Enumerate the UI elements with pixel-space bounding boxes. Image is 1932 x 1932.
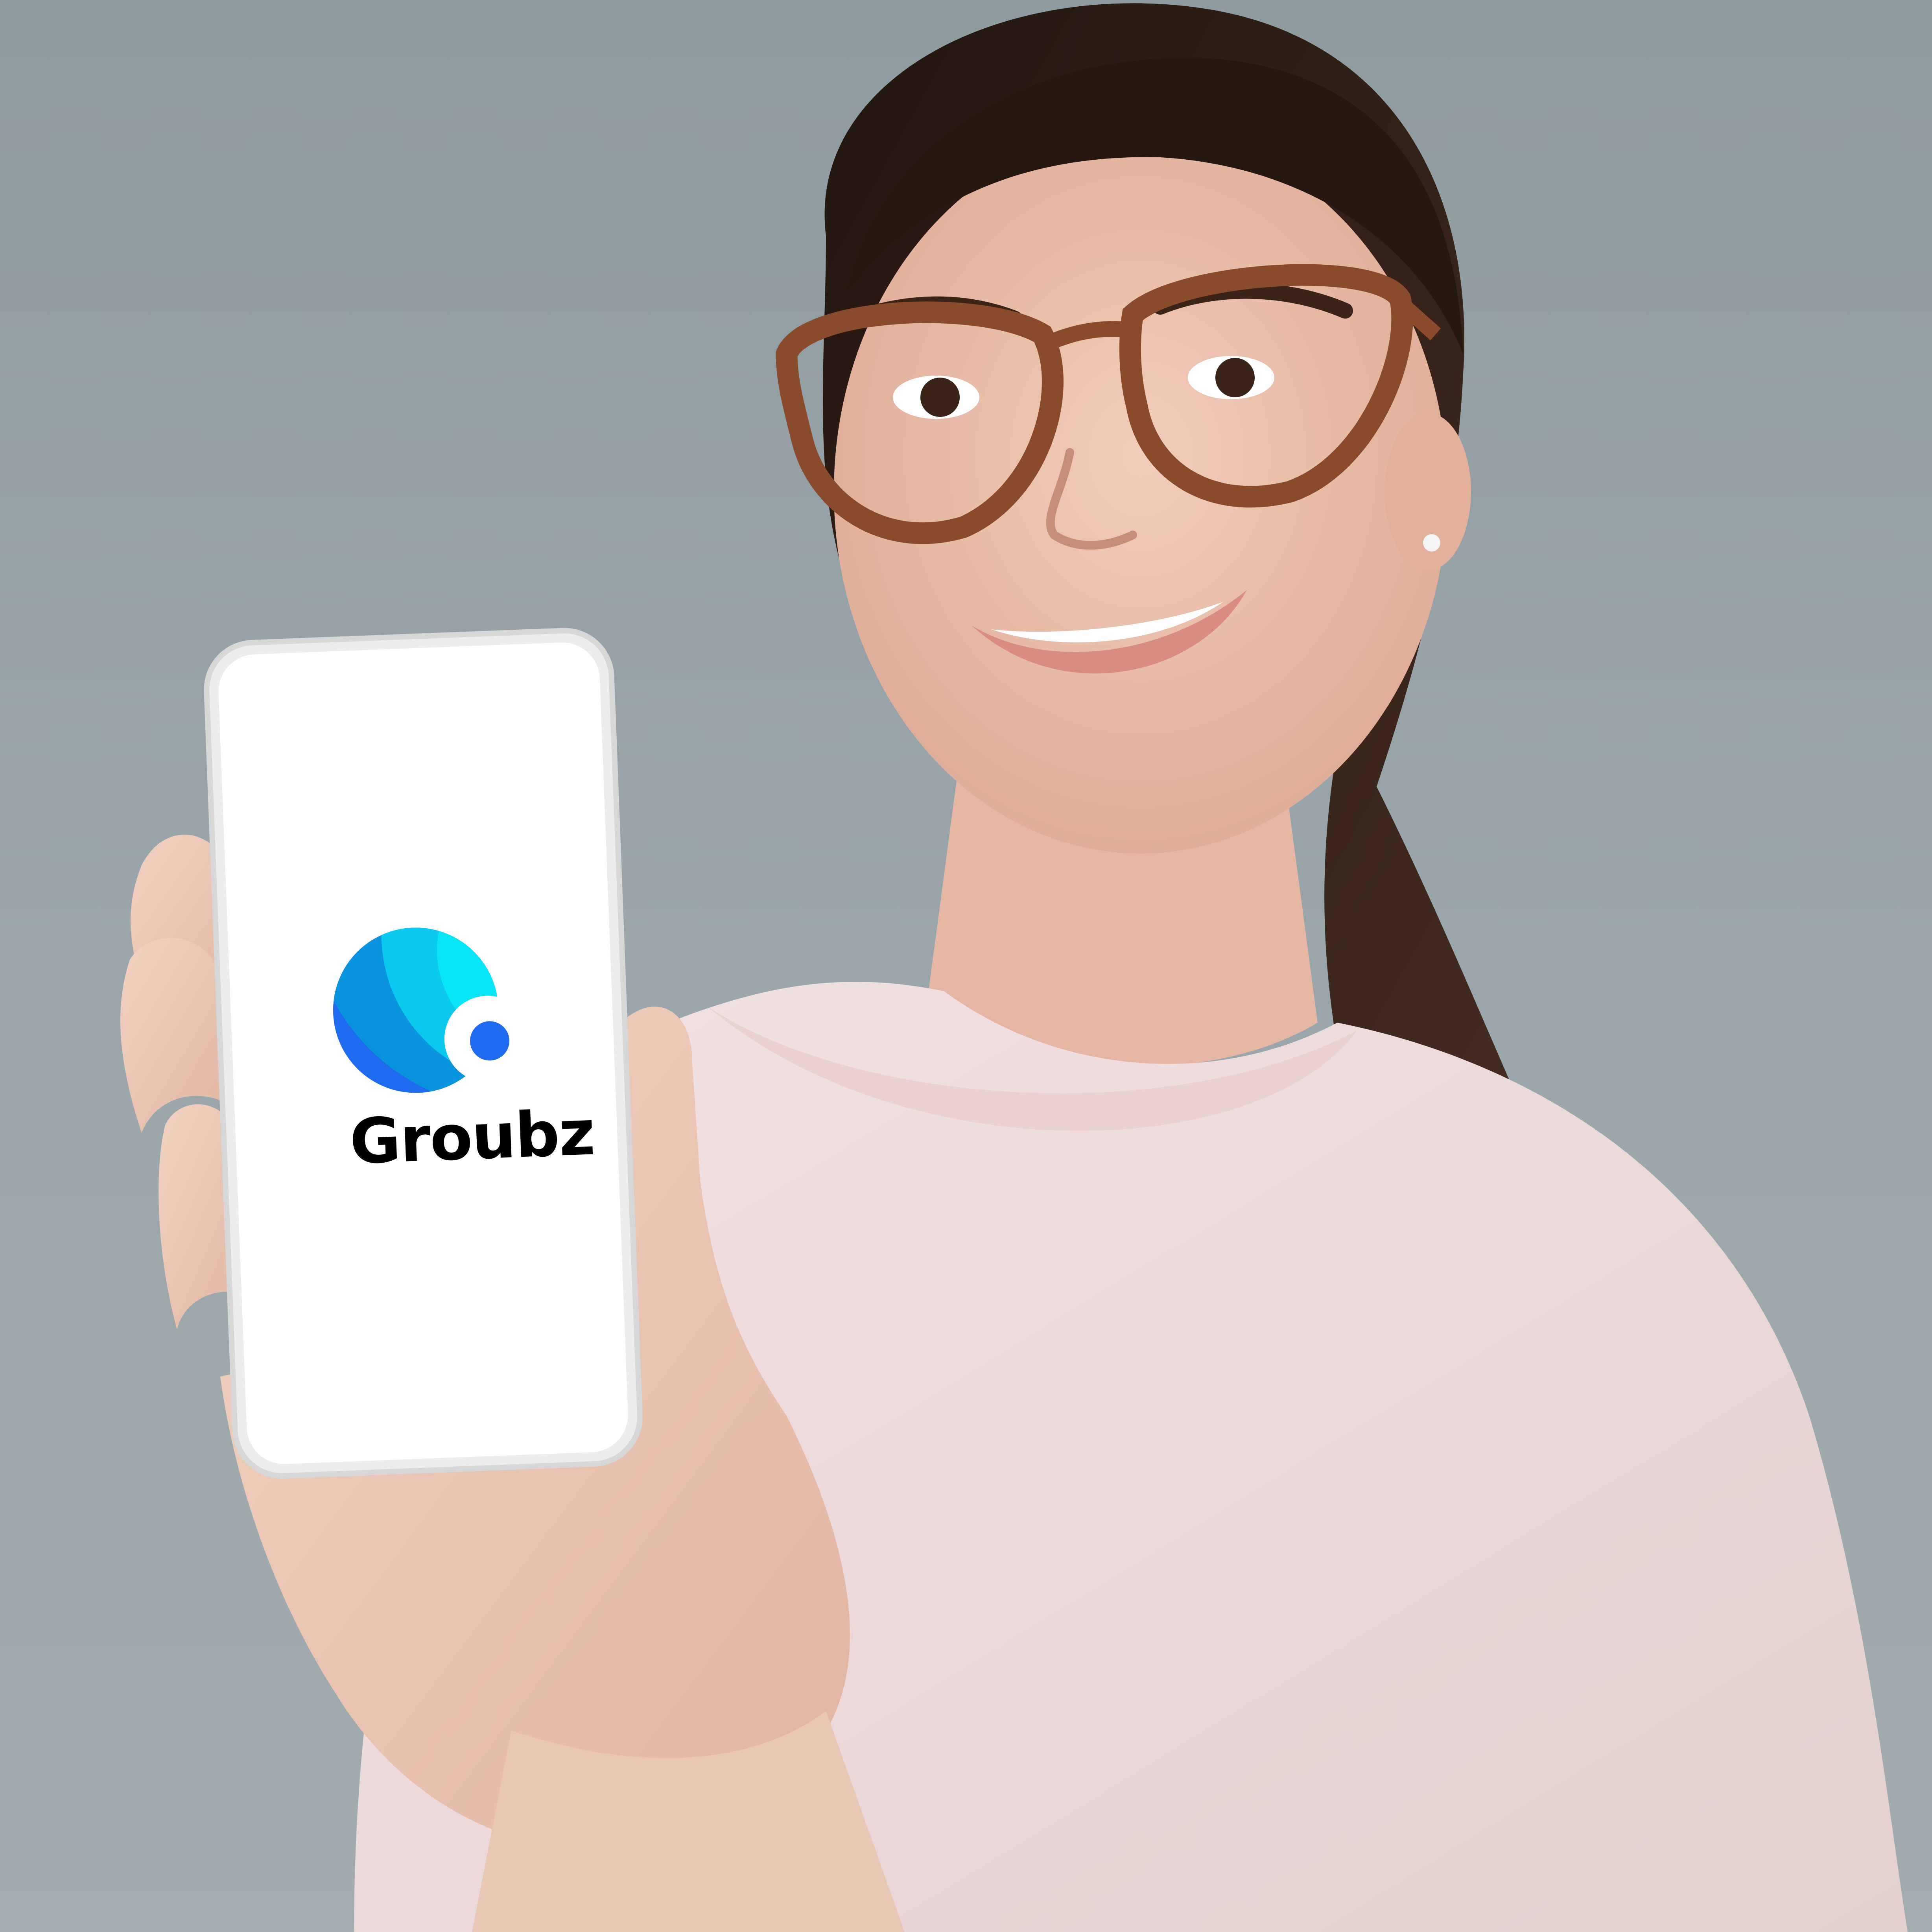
photo-scene: Groubz	[0, 0, 1932, 1932]
smartphone	[204, 628, 643, 1479]
app-name-label: Groubz	[348, 1097, 596, 1178]
